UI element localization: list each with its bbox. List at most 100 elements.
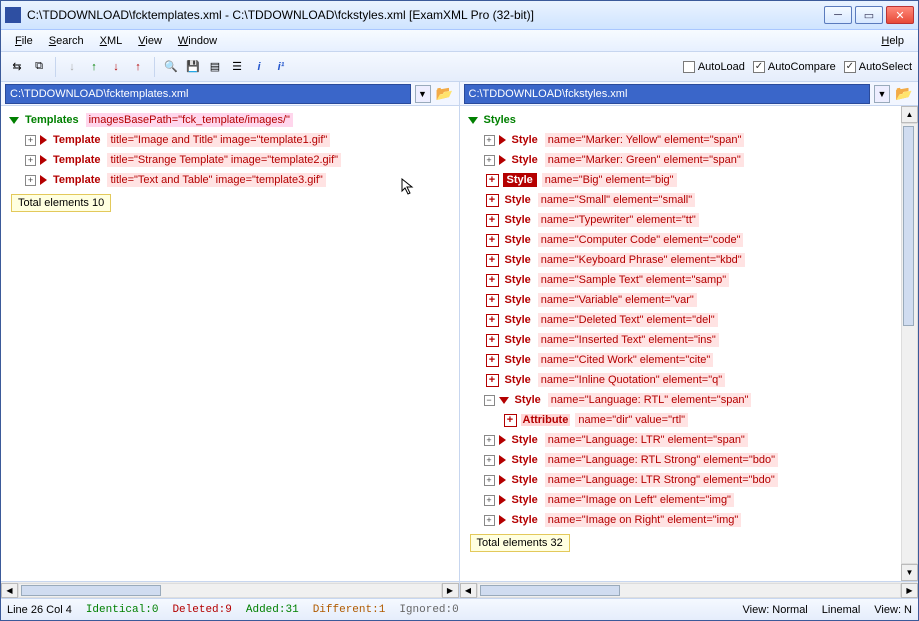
tree-tag[interactable]: Style	[503, 294, 533, 306]
tree-tag[interactable]: Style	[503, 334, 533, 346]
tree-attrs[interactable]: name="Small" element="small"	[538, 193, 695, 207]
left-path-dropdown[interactable]: ▼	[415, 85, 431, 103]
tree-attrs[interactable]: title="Strange Template" image="template…	[107, 153, 341, 167]
scroll-right-icon[interactable]: ▶	[901, 583, 918, 598]
left-open-folder-icon[interactable]: 📂	[435, 85, 455, 103]
hscroll-thumb[interactable]	[480, 585, 620, 596]
tree-row[interactable]: +Stylename="Marker: Yellow" element="spa…	[462, 130, 902, 150]
tb-up-red-icon[interactable]: ↑	[128, 57, 148, 77]
node-icon[interactable]	[499, 515, 506, 525]
node-open-icon[interactable]	[499, 397, 509, 404]
added-icon[interactable]: +	[486, 234, 499, 247]
vscroll-thumb[interactable]	[903, 126, 914, 326]
expand-icon[interactable]: +	[25, 155, 36, 166]
tree-attrs[interactable]: imagesBasePath="fck_template/images/"	[86, 113, 293, 127]
tree-attrs[interactable]: name="Language: LTR Strong" element="bdo…	[545, 473, 778, 487]
scroll-up-icon[interactable]: ▲	[901, 106, 918, 123]
tree-row[interactable]: +Stylename="Inline Quotation" element="q…	[462, 370, 902, 390]
added-icon[interactable]: +	[486, 194, 499, 207]
tree-attrs[interactable]: title="Image and Title" image="template1…	[107, 133, 330, 147]
right-path-box[interactable]: C:\TDDOWNLOAD\fckstyles.xml	[464, 84, 871, 104]
node-icon[interactable]	[40, 155, 47, 165]
tree-row[interactable]: + Style name="Language: LTR Strong" elemen…	[462, 470, 902, 490]
tree-row[interactable]: +Stylename="Language: RTL Strong" elemen…	[462, 450, 902, 470]
tb-binoculars-icon[interactable]: 🔍	[161, 57, 181, 77]
tb-down-red-icon[interactable]: ↓	[106, 57, 126, 77]
menu-xml[interactable]: XML	[92, 33, 131, 49]
tree-attrs[interactable]: name="Keyboard Phrase" element="kbd"	[538, 253, 745, 267]
titlebar[interactable]: C:\TDDOWNLOAD\fcktemplates.xml - C:\TDDO…	[1, 1, 918, 30]
tree-row[interactable]: +Stylename="Image on Left" element="img"	[462, 490, 902, 510]
expand-icon[interactable]: +	[484, 495, 495, 506]
left-path-box[interactable]: C:\TDDOWNLOAD\fcktemplates.xml	[5, 84, 411, 104]
autocompare-checkbox[interactable]: ✓AutoCompare	[753, 61, 836, 73]
tree-tag[interactable]: Style	[503, 194, 533, 206]
tree-attrs[interactable]: name="Language: LTR" element="span"	[545, 433, 748, 447]
collapse-icon[interactable]: −	[484, 395, 495, 406]
tree-tag[interactable]: Template	[51, 174, 102, 186]
tree-root-row[interactable]: Styles	[462, 110, 902, 130]
node-icon[interactable]	[40, 135, 47, 145]
tree-attrs[interactable]: name="Deleted Text" element="del"	[538, 313, 718, 327]
node-icon[interactable]	[499, 475, 506, 485]
scroll-down-icon[interactable]: ▼	[901, 564, 918, 581]
tree-row[interactable]: + Style name="Deleted Text" element="del"	[462, 310, 902, 330]
tree-tag[interactable]: Style	[503, 214, 533, 226]
added-icon[interactable]: +	[486, 334, 499, 347]
tree-attrs[interactable]: name="Typewriter" element="tt"	[538, 213, 699, 227]
tree-tag[interactable]: Style	[513, 394, 543, 406]
tree-tag[interactable]: Style	[510, 494, 540, 506]
autoload-checkbox[interactable]: AutoLoad	[683, 61, 745, 73]
node-icon[interactable]	[499, 435, 506, 445]
tree-attrs[interactable]: name="Marker: Green" element="span"	[545, 153, 744, 167]
tree-tag[interactable]: Style	[510, 474, 540, 486]
collapse-icon[interactable]	[468, 117, 478, 124]
tree-attrs[interactable]: name="Sample Text" element="samp"	[538, 273, 729, 287]
tree-attrs[interactable]: name="dir" value="rtl"	[575, 413, 688, 427]
tree-tag[interactable]: Template	[51, 134, 102, 146]
tree-tag[interactable]: Style	[510, 454, 540, 466]
node-icon[interactable]	[499, 455, 506, 465]
tree-attrs[interactable]: name="Cited Work" element="cite"	[538, 353, 714, 367]
tb-down-disabled-icon[interactable]: ↓	[62, 57, 82, 77]
tree-attrs[interactable]: name="Language: RTL" element="span"	[548, 393, 752, 407]
added-icon[interactable]: +	[486, 254, 499, 267]
tree-tag[interactable]: Style	[503, 234, 533, 246]
node-icon[interactable]	[40, 175, 47, 185]
tree-tag[interactable]: Style	[510, 514, 540, 526]
tree-tag[interactable]: Style	[510, 434, 540, 446]
hscroll-thumb[interactable]	[21, 585, 161, 596]
tree-row[interactable]: + Template title="Image and Title" image="…	[3, 130, 457, 150]
tree-row[interactable]: +Templatetitle="Strange Template" image=…	[3, 150, 457, 170]
tree-row[interactable]: + Style name="Small" element="small"	[462, 190, 902, 210]
tree-tag[interactable]: Styles	[482, 114, 518, 126]
tree-row[interactable]: +Stylename="Computer Code" element="code…	[462, 230, 902, 250]
added-icon[interactable]: +	[504, 414, 517, 427]
menu-search[interactable]: Search	[41, 33, 92, 49]
tree-tag[interactable]: Style	[503, 314, 533, 326]
tree-row[interactable]: + Style name="Inserted Text" element="ins"	[462, 330, 902, 350]
added-icon[interactable]: +	[486, 174, 499, 187]
scroll-left-icon[interactable]: ◀	[1, 583, 18, 598]
tree-attrs[interactable]: name="Image on Right" element="img"	[545, 513, 742, 527]
node-icon[interactable]	[499, 135, 506, 145]
expand-icon[interactable]: +	[484, 455, 495, 466]
tree-row[interactable]: +Stylename="Marker: Green" element="span…	[462, 150, 902, 170]
tree-row[interactable]: +Stylename="Sample Text" element="samp"	[462, 270, 902, 290]
maximize-button[interactable]: ▭	[855, 6, 883, 24]
tb-info-icon[interactable]: i	[249, 57, 269, 77]
scroll-right-icon[interactable]: ▶	[442, 583, 459, 598]
expand-icon[interactable]: +	[484, 475, 495, 486]
tree-row[interactable]: +Stylename="Big" element="big"	[462, 170, 902, 190]
added-icon[interactable]: +	[486, 374, 499, 387]
tree-row[interactable]: +Stylename="Image on Right" element="img…	[462, 510, 902, 530]
tree-row[interactable]: +Stylename="Cited Work" element="cite"	[462, 350, 902, 370]
right-tree[interactable]: ▲ ▼ Styles +Stylename="Marker: Yellow" el…	[460, 106, 919, 581]
minimize-button[interactable]: ─	[824, 6, 852, 24]
tree-root-row[interactable]: TemplatesimagesBasePath="fck_template/im…	[3, 110, 457, 130]
added-icon[interactable]: +	[486, 294, 499, 307]
added-icon[interactable]: +	[486, 314, 499, 327]
tree-attrs[interactable]: name="Inserted Text" element="ins"	[538, 333, 719, 347]
expand-icon[interactable]: +	[25, 135, 36, 146]
added-icon[interactable]: +	[486, 274, 499, 287]
